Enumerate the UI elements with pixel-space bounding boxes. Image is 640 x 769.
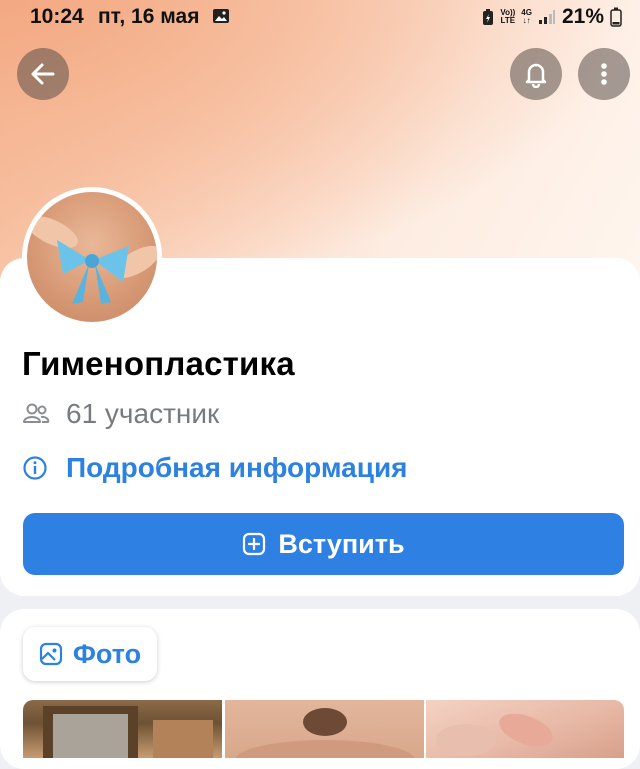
photo-thumbnail[interactable] xyxy=(23,700,222,758)
photos-tab-label: Фото xyxy=(72,638,142,669)
members-count: 61 участник xyxy=(66,398,220,429)
group-title: Гименопластика xyxy=(22,345,295,382)
battery-icon xyxy=(610,7,622,27)
battery-saver-icon xyxy=(483,9,494,25)
arrow-left-icon xyxy=(31,63,55,85)
status-bar: 10:24 пт, 16 мая Vo)) LTE 4G ↓↑ 21% xyxy=(0,0,640,34)
more-options-button[interactable] xyxy=(578,48,630,100)
back-button[interactable] xyxy=(17,48,69,100)
avatar-image xyxy=(27,192,157,322)
status-date: пт, 16 мая xyxy=(98,5,200,28)
volte-bottom: LTE xyxy=(500,16,516,25)
network-type-indicator: 4G ↓↑ xyxy=(521,9,532,25)
members-row[interactable]: 61 участник xyxy=(22,398,219,430)
status-time: 10:24 xyxy=(30,5,84,28)
details-link[interactable]: Подробная информация xyxy=(22,452,408,484)
photo-thumbnail[interactable] xyxy=(426,700,624,758)
hand-photo-image xyxy=(436,713,553,756)
skin-photo-image xyxy=(235,708,415,758)
mirror-photo-image xyxy=(43,706,213,758)
bell-icon xyxy=(525,63,547,88)
network-arrows: ↓↑ xyxy=(522,16,531,25)
status-icons: Vo)) LTE 4G ↓↑ 21% xyxy=(482,5,622,29)
photo-thumbnail[interactable] xyxy=(225,700,424,758)
notifications-button[interactable] xyxy=(510,48,562,100)
battery-percent: 21% xyxy=(561,5,604,28)
ribbon-bow-icon xyxy=(27,215,157,304)
info-icon xyxy=(23,456,47,480)
users-icon xyxy=(23,403,50,423)
plus-square-icon xyxy=(243,532,266,556)
photos-tab[interactable]: Фото xyxy=(23,627,157,681)
gallery-notification-icon xyxy=(213,9,229,23)
join-button-label: Вступить xyxy=(278,528,405,559)
volte-indicator: Vo)) LTE xyxy=(500,9,515,25)
group-avatar[interactable] xyxy=(22,187,162,327)
join-button[interactable]: Вступить xyxy=(23,513,624,575)
more-vertical-icon xyxy=(601,63,607,85)
image-icon xyxy=(39,642,62,666)
signal-icon xyxy=(538,10,555,24)
details-link-label: Подробная информация xyxy=(66,452,408,483)
